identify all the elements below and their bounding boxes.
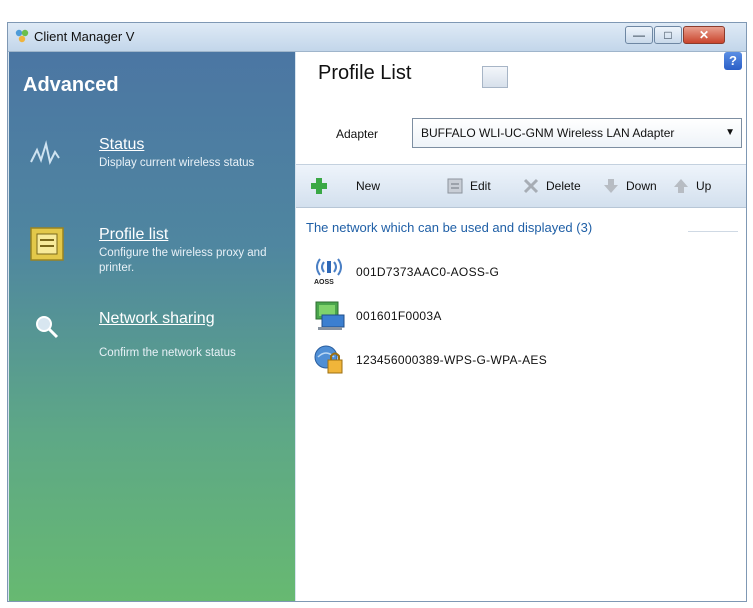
minimize-button[interactable]: — xyxy=(625,26,653,44)
up-label: Up xyxy=(696,179,712,193)
profile-list-link[interactable]: Profile list xyxy=(99,226,168,244)
adapter-select-value: BUFFALO WLI-UC-GNM Wireless LAN Adapter xyxy=(421,126,675,140)
help-button[interactable]: ? xyxy=(724,52,742,70)
close-icon: ✕ xyxy=(698,28,710,42)
chevron-down-icon: ▼ xyxy=(725,127,735,138)
client-manager-window: Client Manager V — □ ✕ Advanced Status D… xyxy=(7,22,747,602)
aoss-signal-icon: AOSS xyxy=(312,255,346,289)
profile-thumbnail-icon xyxy=(482,66,508,88)
network-item[interactable]: 001601F0003A xyxy=(312,298,732,334)
computer-network-icon xyxy=(315,301,345,330)
adapter-label: Adapter xyxy=(336,127,379,141)
edit-icon xyxy=(447,178,463,194)
maximize-icon: □ xyxy=(664,28,672,42)
network-group-header: The network which can be used and displa… xyxy=(306,220,593,235)
network-ssid: 123456000389-WPS-G-WPA-AES xyxy=(356,353,547,367)
sidebar-item-profile-list[interactable]: Profile list Configure the wireless prox… xyxy=(29,226,279,286)
delete-button[interactable]: Delete xyxy=(522,165,581,207)
page-title: Profile List xyxy=(318,62,412,84)
network-item[interactable]: 123456000389-WPS-G-WPA-AES xyxy=(312,342,732,378)
title-bar: Client Manager V — □ ✕ xyxy=(8,23,746,52)
network-ssid: 001601F0003A xyxy=(356,309,442,323)
secure-network-icon xyxy=(314,345,343,374)
sidebar-item-status[interactable]: Status Display current wireless status xyxy=(29,136,279,196)
sidebar: Advanced Status Display current wireless… xyxy=(9,52,295,601)
new-button[interactable]: New xyxy=(310,165,380,207)
status-description: Display current wireless status xyxy=(99,157,255,169)
main-panel: Profile List ? Adapter BUFFALO WLI-UC-GN… xyxy=(296,52,746,601)
edit-label: Edit xyxy=(470,179,491,193)
wave-icon xyxy=(30,140,60,165)
profile-toolbar: New Edit Delete Down Up xyxy=(296,164,746,208)
network-ssid: 001D7373AAC0-AOSS-G xyxy=(356,265,500,279)
arrow-down-icon xyxy=(604,179,618,193)
new-label: New xyxy=(356,179,381,193)
arrow-up-icon xyxy=(674,179,688,193)
delete-icon xyxy=(523,178,539,194)
profile-list-icon xyxy=(30,227,64,261)
network-item[interactable]: AOSS 001D7373AAC0-AOSS-G xyxy=(312,254,732,290)
profile-list-description: Configure the wireless proxy and printer… xyxy=(99,247,267,274)
status-link[interactable]: Status xyxy=(99,136,144,154)
adapter-select[interactable]: BUFFALO WLI-UC-GNM Wireless LAN Adapter … xyxy=(412,118,742,148)
close-button[interactable]: ✕ xyxy=(683,26,725,44)
magnifier-icon xyxy=(36,316,59,339)
sidebar-title: Advanced xyxy=(23,74,119,96)
app-icon xyxy=(15,29,29,43)
edit-button[interactable]: Edit xyxy=(446,165,491,207)
plus-icon xyxy=(311,178,327,194)
window-title: Client Manager V xyxy=(34,29,135,44)
sidebar-item-network-sharing[interactable]: Network sharing Confirm the network stat… xyxy=(29,310,279,370)
up-button[interactable]: Up xyxy=(672,165,711,207)
down-button[interactable]: Down xyxy=(602,165,657,207)
aoss-badge: AOSS xyxy=(314,279,334,286)
network-sharing-description: Confirm the network status xyxy=(99,347,236,359)
group-divider xyxy=(688,231,738,232)
maximize-button[interactable]: □ xyxy=(654,26,682,44)
down-label: Down xyxy=(626,179,657,193)
network-sharing-link[interactable]: Network sharing xyxy=(99,310,215,328)
minimize-icon: — xyxy=(633,28,645,42)
delete-label: Delete xyxy=(546,179,581,193)
